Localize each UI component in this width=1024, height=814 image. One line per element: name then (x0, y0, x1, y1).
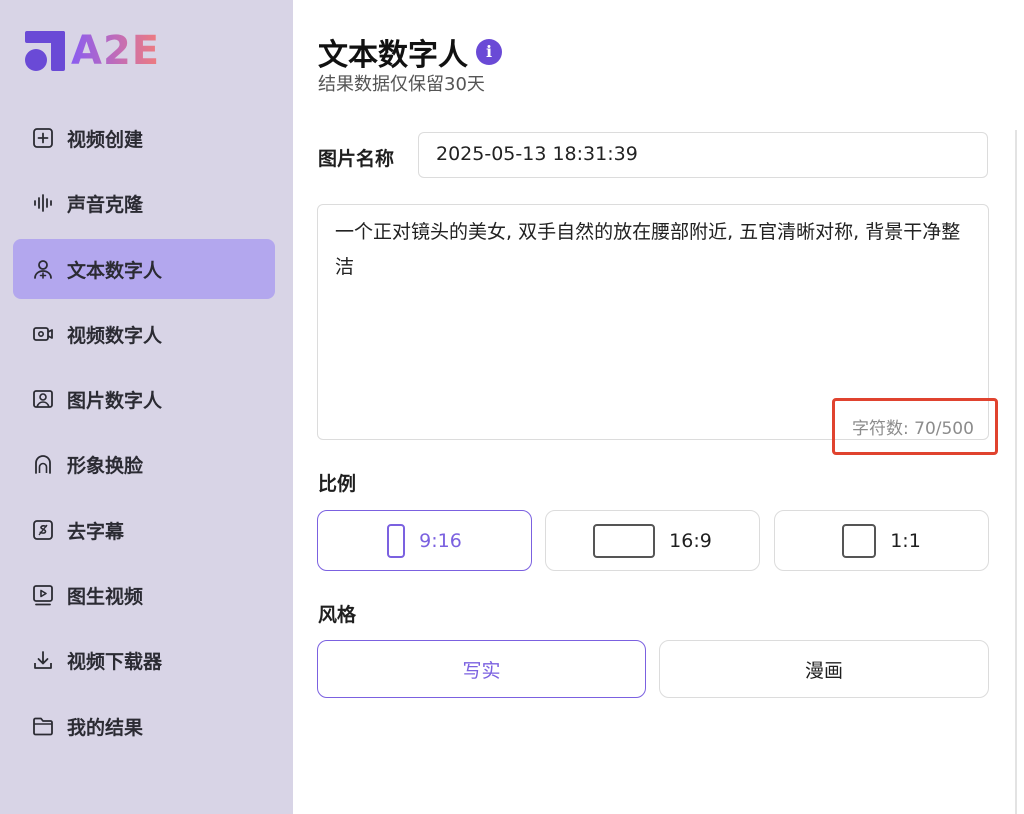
landscape-ratio-icon (593, 523, 656, 558)
sidebar: A2E 视频创建 声音克隆 文本数字人 视频数字人 图片数字人 形象换脸 去字幕… (0, 0, 293, 814)
sidebar-item-label: 文本数字人 (67, 259, 163, 282)
download-icon (34, 651, 52, 669)
sidebar-item-label: 我的结果 (67, 716, 144, 739)
sidebar-item-label: 视频创建 (67, 128, 144, 151)
style-option-label: 漫画 (804, 659, 843, 682)
sidebar-item-label: 图片数字人 (67, 389, 163, 412)
page-subtitle: 结果数据仅保留30天 (318, 74, 485, 95)
sidebar-item-video-avatar[interactable]: 视频数字人 (13, 304, 275, 364)
sidebar-item-label: 形象换脸 (67, 454, 144, 477)
waveform-icon (34, 194, 52, 212)
sidebar-item-label: 去字幕 (67, 520, 125, 543)
page-title: 文本数字人 (318, 38, 468, 73)
ratio-option-label: 1:1 (890, 529, 921, 552)
portrait-icon (33, 390, 53, 408)
sidebar-item-image-to-video[interactable]: 图生视频 (13, 565, 275, 625)
page-header: 文本数字人 i (318, 30, 502, 74)
info-icon[interactable]: i (476, 39, 502, 65)
sidebar-item-label: 视频下载器 (67, 650, 163, 673)
sidebar-item-label: 视频数字人 (67, 324, 163, 347)
ratio-option-label: 16:9 (669, 529, 712, 552)
sidebar-item-text-avatar[interactable]: 文本数字人 (13, 239, 275, 299)
plus-square-icon (33, 128, 53, 148)
image-name-input[interactable]: 2025-05-13 18:31:39 (418, 132, 988, 178)
ratio-label: 比例 (318, 473, 357, 495)
brand-logo[interactable]: A2E (25, 28, 161, 74)
ratio-option-9-16[interactable]: 9:16 (317, 510, 532, 571)
logo-text: A2E (71, 28, 161, 74)
portrait-ratio-icon (387, 523, 406, 558)
sidebar-item-face-swap[interactable]: 形象换脸 (13, 434, 275, 494)
sidebar-item-remove-subtitle[interactable]: 去字幕 (13, 500, 275, 560)
logo-mark-icon (25, 31, 65, 71)
sidebar-item-voice-clone[interactable]: 声音克隆 (13, 173, 275, 233)
sidebar-item-video-create[interactable]: 视频创建 (13, 108, 275, 168)
ratio-option-16-9[interactable]: 16:9 (545, 510, 760, 571)
play-video-icon (33, 585, 53, 606)
sidebar-item-image-avatar[interactable]: 图片数字人 (13, 369, 275, 429)
scrollbar-track[interactable] (1015, 130, 1017, 814)
style-option-label: 写实 (462, 659, 501, 682)
subtitle-remove-icon (33, 520, 53, 540)
user-add-icon (34, 260, 52, 279)
video-camera-icon (33, 327, 53, 341)
square-ratio-icon (842, 523, 877, 558)
sidebar-item-label: 图生视频 (67, 585, 144, 608)
style-label: 风格 (318, 604, 357, 626)
char-count: 字符数: 70/500 (852, 419, 974, 439)
sidebar-item-video-downloader[interactable]: 视频下载器 (13, 630, 275, 690)
image-name-label: 图片名称 (318, 148, 395, 170)
sidebar-item-my-results[interactable]: 我的结果 (13, 696, 275, 756)
ratio-option-label: 9:16 (419, 529, 462, 552)
ratio-option-1-1[interactable]: 1:1 (774, 510, 989, 571)
style-option-realistic[interactable]: 写实 (317, 640, 646, 698)
style-option-comic[interactable]: 漫画 (659, 640, 989, 698)
face-icon (35, 455, 51, 474)
folder-icon (33, 717, 53, 736)
sidebar-item-label: 声音克隆 (67, 193, 144, 216)
